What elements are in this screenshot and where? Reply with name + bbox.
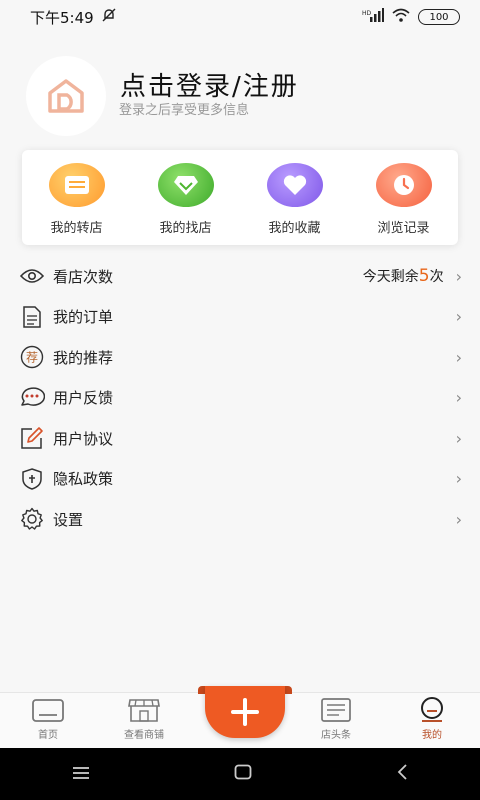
mute-icon (102, 8, 116, 26)
tab-home[interactable]: 首页 (0, 693, 96, 749)
menu-item-view-count[interactable]: 看店次数 今天剩余5次 › (0, 256, 480, 297)
publish-button[interactable] (205, 686, 285, 738)
menu-item-recommend[interactable]: 荐 我的推荐 › (0, 337, 480, 378)
menu-icon[interactable] (72, 765, 90, 784)
card-icon (48, 163, 105, 207)
menu-item-label: 用户协议 (53, 429, 114, 448)
chevron-right-icon: › (455, 266, 462, 286)
chat-icon (19, 385, 45, 411)
menu-item-label: 我的订单 (53, 308, 114, 327)
tab-news[interactable]: 店头条 (288, 693, 384, 749)
gear-icon (19, 506, 45, 532)
recommend-icon: 荐 (19, 344, 45, 370)
remaining-count: 今天剩余5次 (362, 266, 444, 287)
chevron-right-icon: › (455, 469, 462, 489)
menu-item-feedback[interactable]: 用户反馈 › (0, 378, 480, 419)
status-time: 下午5:49 (30, 8, 94, 27)
quick-actions-card: 我的转店 我的找店 我的收藏 浏览记录 (22, 150, 458, 245)
menu-item-orders[interactable]: 我的订单 › (0, 297, 480, 338)
status-bar: 下午5:49 HD 100 (0, 0, 480, 34)
home-nav-icon[interactable] (234, 764, 252, 784)
shield-icon (19, 466, 45, 492)
system-nav-bar (0, 748, 480, 800)
profile-icon (421, 697, 443, 722)
avatar[interactable] (26, 56, 106, 136)
menu-list: 看店次数 今天剩余5次 › 我的订单 › 荐 我的推荐 › 用户反馈 › 用户协… (0, 256, 480, 540)
menu-item-label: 我的推荐 (53, 348, 114, 367)
quick-label: 浏览记录 (377, 221, 430, 236)
back-icon[interactable] (396, 764, 408, 784)
diamond-icon (157, 163, 214, 207)
eye-icon (19, 263, 45, 289)
clock-icon (375, 163, 432, 207)
chevron-right-icon: › (455, 428, 462, 448)
heart-icon (266, 163, 323, 207)
chevron-right-icon: › (455, 307, 462, 327)
menu-item-settings[interactable]: 设置 › (0, 499, 480, 540)
edit-icon (19, 425, 45, 451)
quick-my-transfer[interactable]: 我的转店 (22, 150, 131, 245)
login-register-link[interactable]: 点击登录/注册 (120, 66, 299, 103)
svg-text:荐: 荐 (26, 351, 38, 365)
news-icon (321, 698, 351, 722)
menu-item-label: 隐私政策 (53, 470, 114, 489)
logo-icon (48, 79, 84, 113)
menu-item-label: 用户反馈 (53, 389, 114, 408)
chevron-right-icon: › (455, 509, 462, 529)
quick-my-favorites[interactable]: 我的收藏 (240, 150, 349, 245)
tab-stores[interactable]: 查看商铺 (96, 693, 192, 749)
quick-my-find[interactable]: 我的找店 (131, 150, 240, 245)
chevron-right-icon: › (455, 347, 462, 367)
menu-item-label: 设置 (53, 510, 84, 529)
quick-label: 我的收藏 (268, 221, 321, 236)
document-icon (19, 304, 45, 330)
svg-text:HD: HD (362, 10, 372, 17)
wifi-icon (392, 8, 410, 26)
quick-label: 我的转店 (50, 221, 103, 236)
store-icon (128, 699, 160, 722)
menu-item-label: 看店次数 (53, 267, 114, 286)
home-icon (32, 699, 64, 722)
tab-mine[interactable]: 我的 (384, 693, 480, 749)
tab-label: 查看商铺 (124, 730, 164, 741)
battery-icon: 100 (418, 9, 460, 25)
menu-item-privacy[interactable]: 隐私政策 › (0, 459, 480, 500)
chevron-right-icon: › (455, 388, 462, 408)
tab-label: 店头条 (321, 730, 351, 741)
tab-label: 首页 (38, 730, 58, 741)
quick-history[interactable]: 浏览记录 (349, 150, 458, 245)
profile-subtitle: 登录之后享受更多信息 (119, 103, 250, 118)
profile-header[interactable]: 点击登录/注册 登录之后享受更多信息 (0, 36, 480, 146)
quick-label: 我的找店 (159, 221, 212, 236)
tab-label: 我的 (422, 730, 442, 741)
signal-icon: HD (362, 8, 384, 26)
menu-item-agreement[interactable]: 用户协议 › (0, 418, 480, 459)
plus-icon (231, 698, 259, 726)
